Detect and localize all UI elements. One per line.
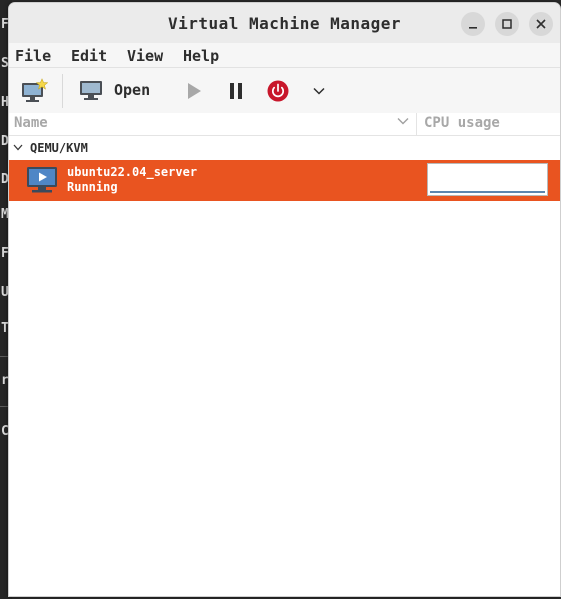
column-header: Name CPU usage [9,113,560,136]
title-bar[interactable]: Virtual Machine Manager [9,3,560,43]
play-icon [188,83,201,99]
shutdown-button[interactable] [265,78,291,104]
close-button[interactable] [529,12,553,36]
column-divider [416,113,417,135]
connection-row[interactable]: QEMU/KVM [9,137,560,159]
chevron-down-icon [313,87,325,95]
sort-chevron-icon[interactable] [397,117,409,125]
maximize-icon [502,19,512,29]
vm-running-icon [27,167,57,193]
menu-help[interactable]: Help [183,47,219,65]
expand-chevron-icon[interactable] [13,144,23,151]
pause-icon [230,83,242,99]
vmm-window: Virtual Machine Manager File Edit View H… [8,2,561,597]
open-button-label: Open [114,81,151,99]
new-vm-button[interactable] [17,75,51,107]
menu-edit[interactable]: Edit [71,47,107,65]
toolbar: Open [9,67,560,116]
power-icon [267,80,289,102]
run-button[interactable] [181,78,207,104]
minimize-icon [469,27,477,29]
vm-name: ubuntu22.04_server [67,165,198,179]
vm-state: Running [67,180,118,194]
menu-file[interactable]: File [15,47,51,65]
cpu-usage-line [430,191,545,193]
monitor-icon [80,81,102,100]
toolbar-separator [62,74,63,108]
vm-row[interactable]: ubuntu22.04_server Running [9,160,560,201]
cpu-usage-graph [427,163,548,196]
maximize-button[interactable] [495,12,519,36]
connection-label: QEMU/KVM [30,141,88,155]
pause-button[interactable] [223,78,249,104]
close-icon [536,19,546,29]
column-cpu-usage[interactable]: CPU usage [424,115,500,131]
column-name[interactable]: Name [14,115,48,131]
menu-view[interactable]: View [127,47,163,65]
shutdown-menu-button[interactable] [307,78,331,104]
menu-bar: File Edit View Help [9,43,560,67]
new-vm-icon [22,78,48,102]
minimize-button[interactable] [461,12,485,36]
